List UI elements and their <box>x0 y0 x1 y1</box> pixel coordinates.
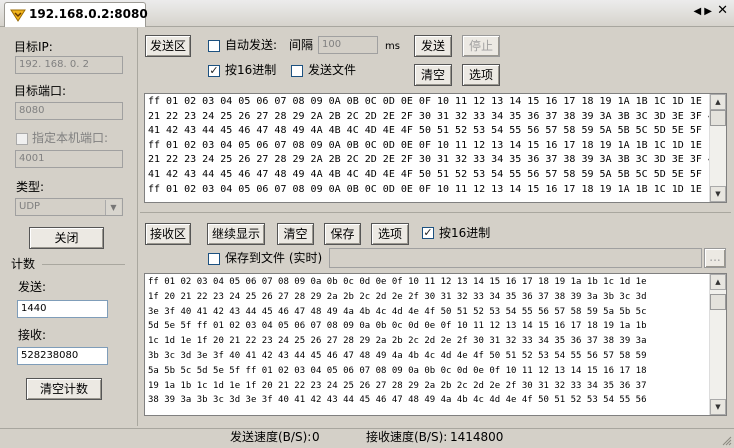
send-clear-button[interactable]: 清空 <box>414 64 452 86</box>
content-line: 41 42 43 44 45 46 47 48 49 4A 4B 4C 4D 4… <box>148 168 702 180</box>
send-area-button[interactable]: 发送区 <box>145 35 191 57</box>
content-line: 41 42 43 44 45 46 47 48 49 4A 4B 4C 4D 4… <box>148 125 702 137</box>
send-hex-checkbox[interactable]: ✓ <box>208 65 220 77</box>
send-speed-value: 0 <box>312 430 320 444</box>
send-scrollbar[interactable]: ▲ ▼ <box>709 94 726 202</box>
tab-bar: 192.168.0.2:8080 ◀ ▶ ✕ <box>0 0 734 27</box>
recv-hex-label: 按16进制 <box>439 226 491 240</box>
send-textarea[interactable]: ff 01 02 03 04 05 06 07 08 09 0A 0B 0C 0… <box>144 93 727 203</box>
content-line: 1f 20 21 22 23 24 25 26 27 28 29 2a 2b 2… <box>148 291 647 302</box>
recv-clear-button[interactable]: 清空 <box>277 223 314 245</box>
send-options-button[interactable]: 选项 <box>462 64 500 86</box>
target-ip-label: 目标IP: <box>14 40 53 54</box>
tab-scroll-arrows-icon[interactable]: ◀ ▶ <box>693 5 712 19</box>
type-select[interactable]: UDP ▼ <box>15 198 123 216</box>
content-line: ff 01 02 03 04 05 06 07 08 09 0A 0B 0C 0… <box>148 183 727 195</box>
auto-send-label: 自动发送: <box>225 38 278 52</box>
target-port-field[interactable]: 8080 <box>15 102 123 120</box>
send-file-checkbox[interactable] <box>291 65 303 77</box>
send-file-label: 发送文件 <box>308 63 357 77</box>
interval-label: 间隔 <box>289 38 314 52</box>
type-label: 类型: <box>16 180 45 194</box>
recv-save-button[interactable]: 保存 <box>324 223 361 245</box>
recv-speed-value: 1414800 <box>450 430 504 444</box>
content-line: 5a 5b 5c 5d 5e 5f ff 01 02 03 04 05 06 0… <box>148 365 647 376</box>
scroll-down-icon[interactable]: ▼ <box>710 399 726 415</box>
close-connection-button[interactable]: 关闭 <box>29 227 104 249</box>
counter-title: 计数 <box>11 257 36 271</box>
content-line: ff 01 02 03 04 05 06 07 08 09 0a 0b 0c 0… <box>148 277 647 287</box>
send-hex-label: 按16进制 <box>225 63 277 77</box>
content-line: 5d 5e 5f ff 01 02 03 04 05 06 07 08 09 0… <box>148 321 647 332</box>
clear-count-button[interactable]: 清空计数 <box>26 378 102 400</box>
interval-unit: ms <box>385 41 400 52</box>
close-tab-icon[interactable]: ✕ <box>717 4 728 18</box>
save-to-file-label: 保存到文件 (实时) <box>225 251 323 265</box>
scroll-down-icon[interactable]: ▼ <box>710 186 726 202</box>
panel-divider <box>137 28 138 426</box>
local-port-label: 指定本机端口: <box>32 131 109 145</box>
connection-tab[interactable]: 192.168.0.2:8080 <box>4 2 148 27</box>
content-line: 19 1a 1b 1c 1d 1e 1f 20 21 22 23 24 25 2… <box>148 380 647 391</box>
scroll-up-icon[interactable]: ▲ <box>710 94 726 110</box>
content-line: 3e 3f 40 41 42 43 44 45 46 47 48 49 4a 4… <box>148 306 647 317</box>
browse-button[interactable]: ... <box>704 248 726 268</box>
recv-speed-label: 接收速度(B/S): <box>366 430 448 444</box>
send-content: ff 01 02 03 04 05 06 07 08 09 0A 0B 0C 0… <box>148 95 727 197</box>
check-icon: ✓ <box>423 226 433 239</box>
target-ip-field[interactable]: 192. 168. 0. 2 <box>15 56 123 74</box>
content-line: 3b 3c 3d 3e 3f 40 41 42 43 44 45 46 47 4… <box>148 350 647 361</box>
type-value: UDP <box>19 201 41 212</box>
recv-count-label: 接收: <box>18 328 47 342</box>
resize-grip-icon[interactable] <box>722 436 732 446</box>
send-count-label: 发送: <box>18 280 47 294</box>
status-bar: 发送速度(B/S): 0 接收速度(B/S): 1414800 <box>0 428 734 448</box>
counter-divider <box>42 264 125 265</box>
send-speed-label: 发送速度(B/S): <box>230 430 312 444</box>
content-line: 21 22 23 24 25 26 27 28 29 2A 2B 2C 2D 2… <box>148 110 720 122</box>
recv-textarea[interactable]: ff 01 02 03 04 05 06 07 08 09 0a 0b 0c 0… <box>144 273 727 416</box>
recv-hex-checkbox[interactable]: ✓ <box>422 227 434 239</box>
target-port-label: 目标端口: <box>14 84 67 98</box>
interval-field[interactable]: 100 <box>318 36 378 54</box>
send-button[interactable]: 发送 <box>414 35 452 57</box>
connection-icon <box>10 9 26 22</box>
content-line: 21 22 23 24 25 26 27 28 29 2A 2B 2C 2D 2… <box>148 154 720 166</box>
tab-title: 192.168.0.2:8080 <box>29 7 148 21</box>
auto-send-checkbox[interactable] <box>208 40 220 52</box>
check-icon: ✓ <box>209 64 219 77</box>
recv-count-field[interactable]: 528238080 <box>17 347 108 365</box>
local-port-field[interactable]: 4001 <box>15 150 123 168</box>
save-file-path-field[interactable] <box>329 248 702 268</box>
chevron-down-icon[interactable]: ▼ <box>105 200 121 215</box>
recv-scrollbar[interactable]: ▲ ▼ <box>709 274 726 415</box>
content-line: 38 39 3a 3b 3c 3d 3e 3f 40 41 42 43 44 4… <box>148 395 647 406</box>
scroll-thumb[interactable] <box>710 110 726 126</box>
recv-options-button[interactable]: 选项 <box>371 223 409 245</box>
scroll-up-icon[interactable]: ▲ <box>710 274 726 290</box>
stop-button[interactable]: 停止 <box>462 35 500 57</box>
send-count-field[interactable]: 1440 <box>17 300 108 318</box>
recv-area-button[interactable]: 接收区 <box>145 223 191 245</box>
local-port-checkbox[interactable] <box>16 133 28 145</box>
recv-content: ff 01 02 03 04 05 06 07 08 09 0a 0b 0c 0… <box>148 275 647 408</box>
continue-display-button[interactable]: 继续显示 <box>207 223 265 245</box>
content-line: 1c 1d 1e 1f 20 21 22 23 24 25 26 27 28 2… <box>148 336 647 347</box>
area-divider <box>140 212 731 213</box>
content-line: ff 01 02 03 04 05 06 07 08 09 0A 0B 0C 0… <box>148 96 727 107</box>
content-line: ff 01 02 03 04 05 06 07 08 09 0A 0B 0C 0… <box>148 139 727 151</box>
save-to-file-checkbox[interactable] <box>208 253 220 265</box>
scroll-thumb[interactable] <box>710 294 726 310</box>
